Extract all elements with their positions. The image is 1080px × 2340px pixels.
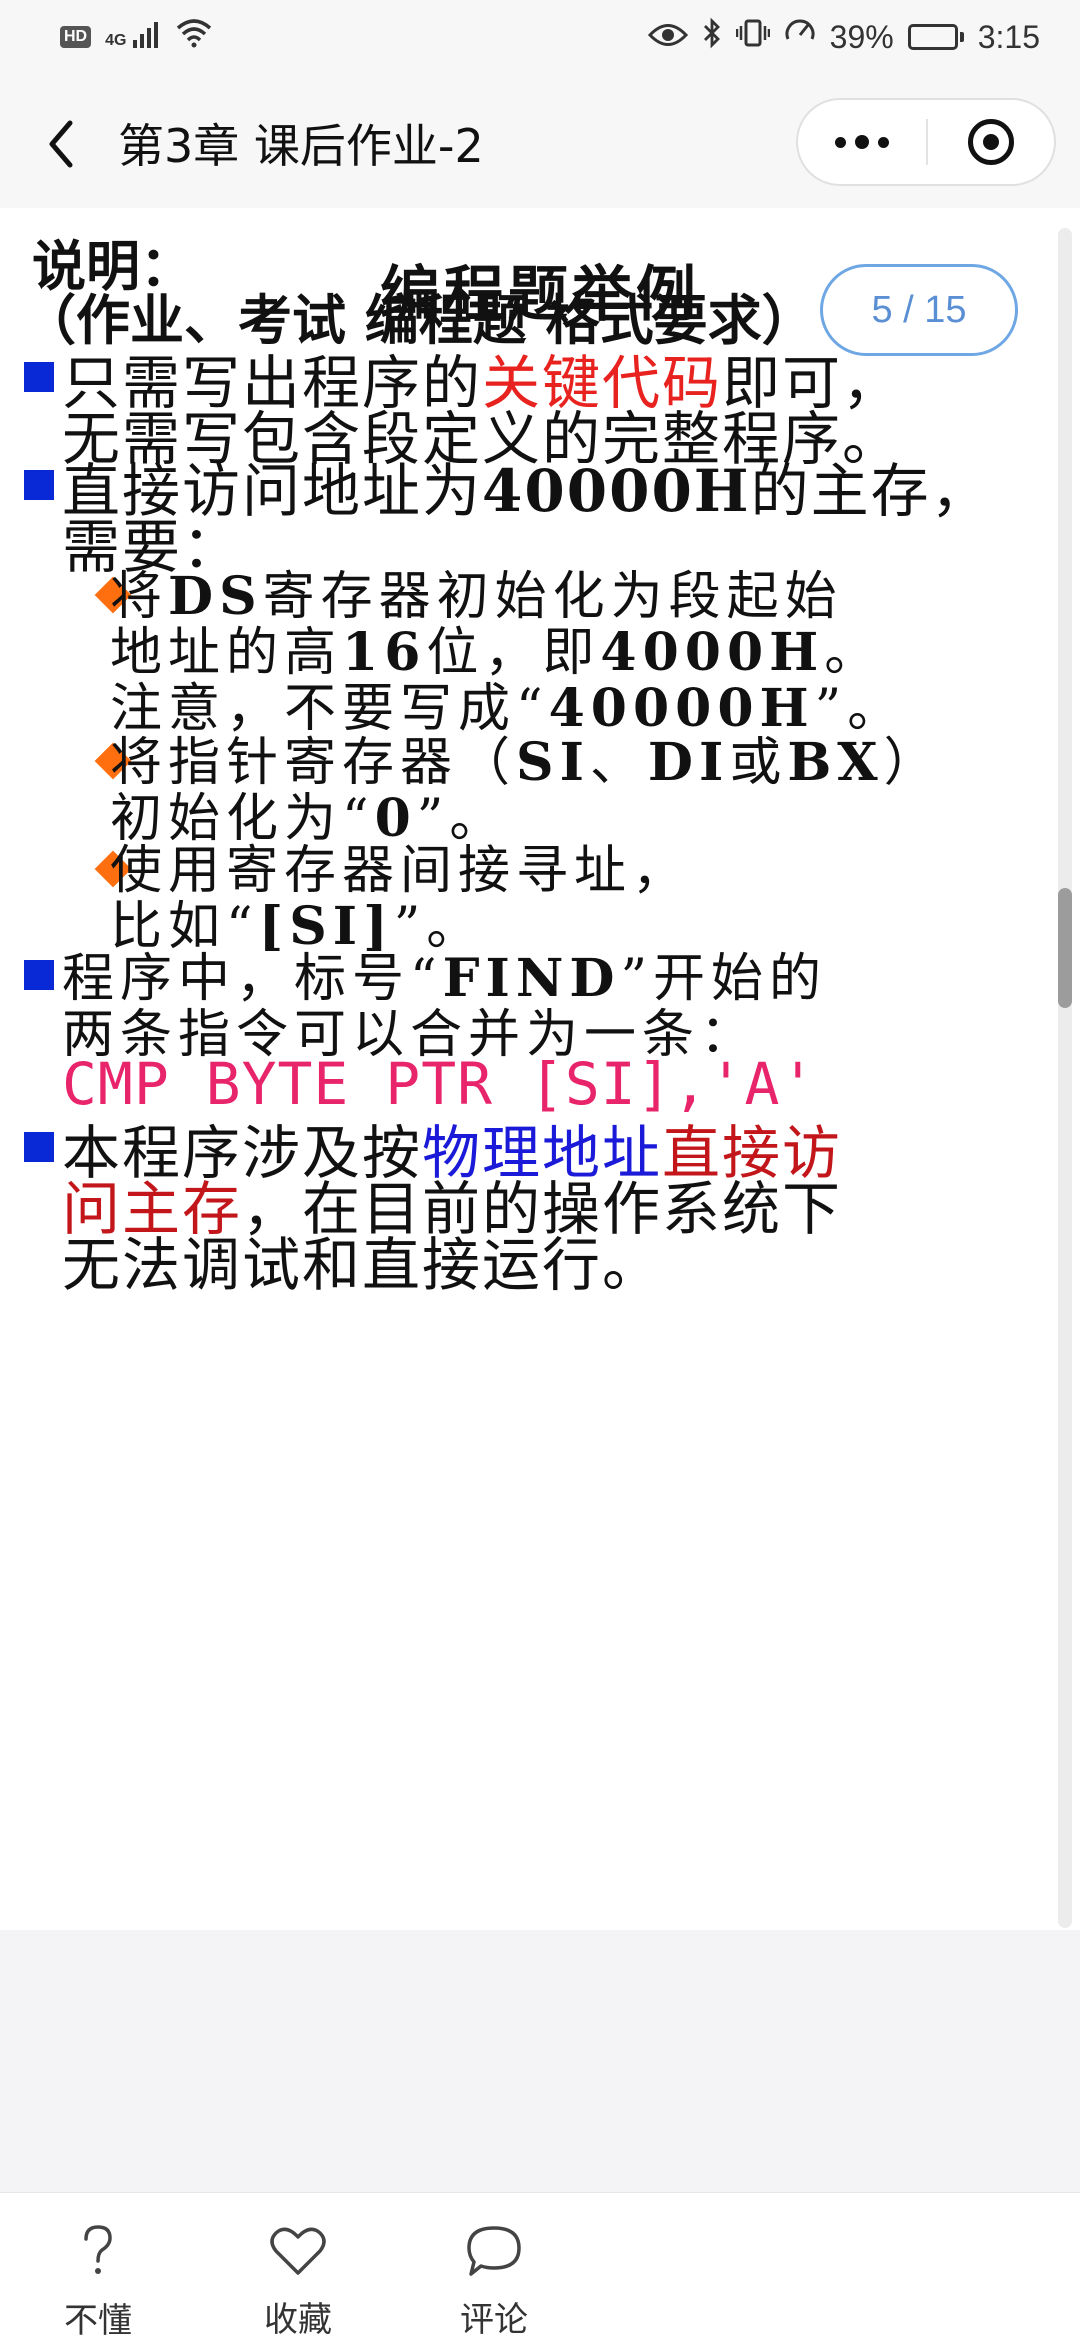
battery-percent: 39% bbox=[829, 18, 894, 55]
heart-icon bbox=[268, 2223, 328, 2278]
text: ） bbox=[883, 733, 942, 793]
close-miniprogram-icon[interactable] bbox=[928, 100, 1054, 184]
tab-label: 不懂 bbox=[64, 2301, 132, 2340]
square-bullet-icon bbox=[24, 1132, 54, 1162]
register-name: SI bbox=[516, 732, 590, 793]
network-type: 4G bbox=[105, 32, 127, 49]
tab-label: 评论 bbox=[460, 2300, 528, 2340]
text: 或 bbox=[729, 733, 788, 793]
tab-label: 收藏 bbox=[264, 2300, 332, 2340]
battery-icon bbox=[907, 24, 964, 50]
text: 的主存， bbox=[750, 457, 991, 525]
vibrate-icon bbox=[735, 18, 770, 56]
wifi-icon bbox=[176, 18, 212, 56]
square-bullet-icon bbox=[24, 960, 54, 990]
scrollbar-thumb[interactable] bbox=[1058, 888, 1072, 1008]
cell-signal-icon bbox=[132, 19, 162, 56]
miniprogram-capsule bbox=[796, 98, 1056, 186]
register-name: BX bbox=[787, 732, 884, 793]
tab-dont-understand[interactable]: 不懂 bbox=[38, 2193, 158, 2340]
hd-icon: HD bbox=[60, 26, 92, 48]
slide-content: 编程题举例 5 / 15 说明： （作业、考试 编程题 格式要求） 只需写出程序… bbox=[0, 208, 1080, 1930]
status-bar: HD 4G 39% 3:15 bbox=[0, 0, 1080, 74]
address-value: 40000H bbox=[482, 457, 751, 525]
register-name: DI bbox=[647, 732, 730, 793]
bluetooth-icon bbox=[702, 17, 722, 57]
slide-scrollbar[interactable] bbox=[1058, 228, 1072, 1928]
question-icon bbox=[78, 2223, 118, 2279]
page-title: 第3章 课后作业-2 bbox=[118, 119, 484, 173]
eye-icon bbox=[647, 19, 688, 56]
bottom-action-bar: 不懂 收藏 评论 bbox=[0, 2192, 1080, 2340]
status-right: 39% 3:15 bbox=[647, 17, 1040, 57]
tab-comment[interactable]: 评论 bbox=[434, 2193, 554, 2340]
nav-header: 第3章 课后作业-2 bbox=[0, 74, 1080, 208]
speed-gauge-icon bbox=[784, 17, 816, 57]
text: 、 bbox=[589, 733, 648, 793]
tab-favorite[interactable]: 收藏 bbox=[238, 2193, 358, 2340]
clock-time: 3:15 bbox=[977, 18, 1040, 55]
back-arrow-icon[interactable] bbox=[38, 114, 84, 174]
status-left: HD 4G bbox=[60, 18, 212, 56]
comment-icon bbox=[465, 2223, 523, 2278]
bullet-4-line-3: 无法调试和直接运行。 bbox=[62, 1231, 663, 1299]
square-bullet-icon bbox=[24, 362, 54, 392]
more-options-icon[interactable] bbox=[798, 100, 926, 184]
square-bullet-icon bbox=[24, 470, 54, 500]
